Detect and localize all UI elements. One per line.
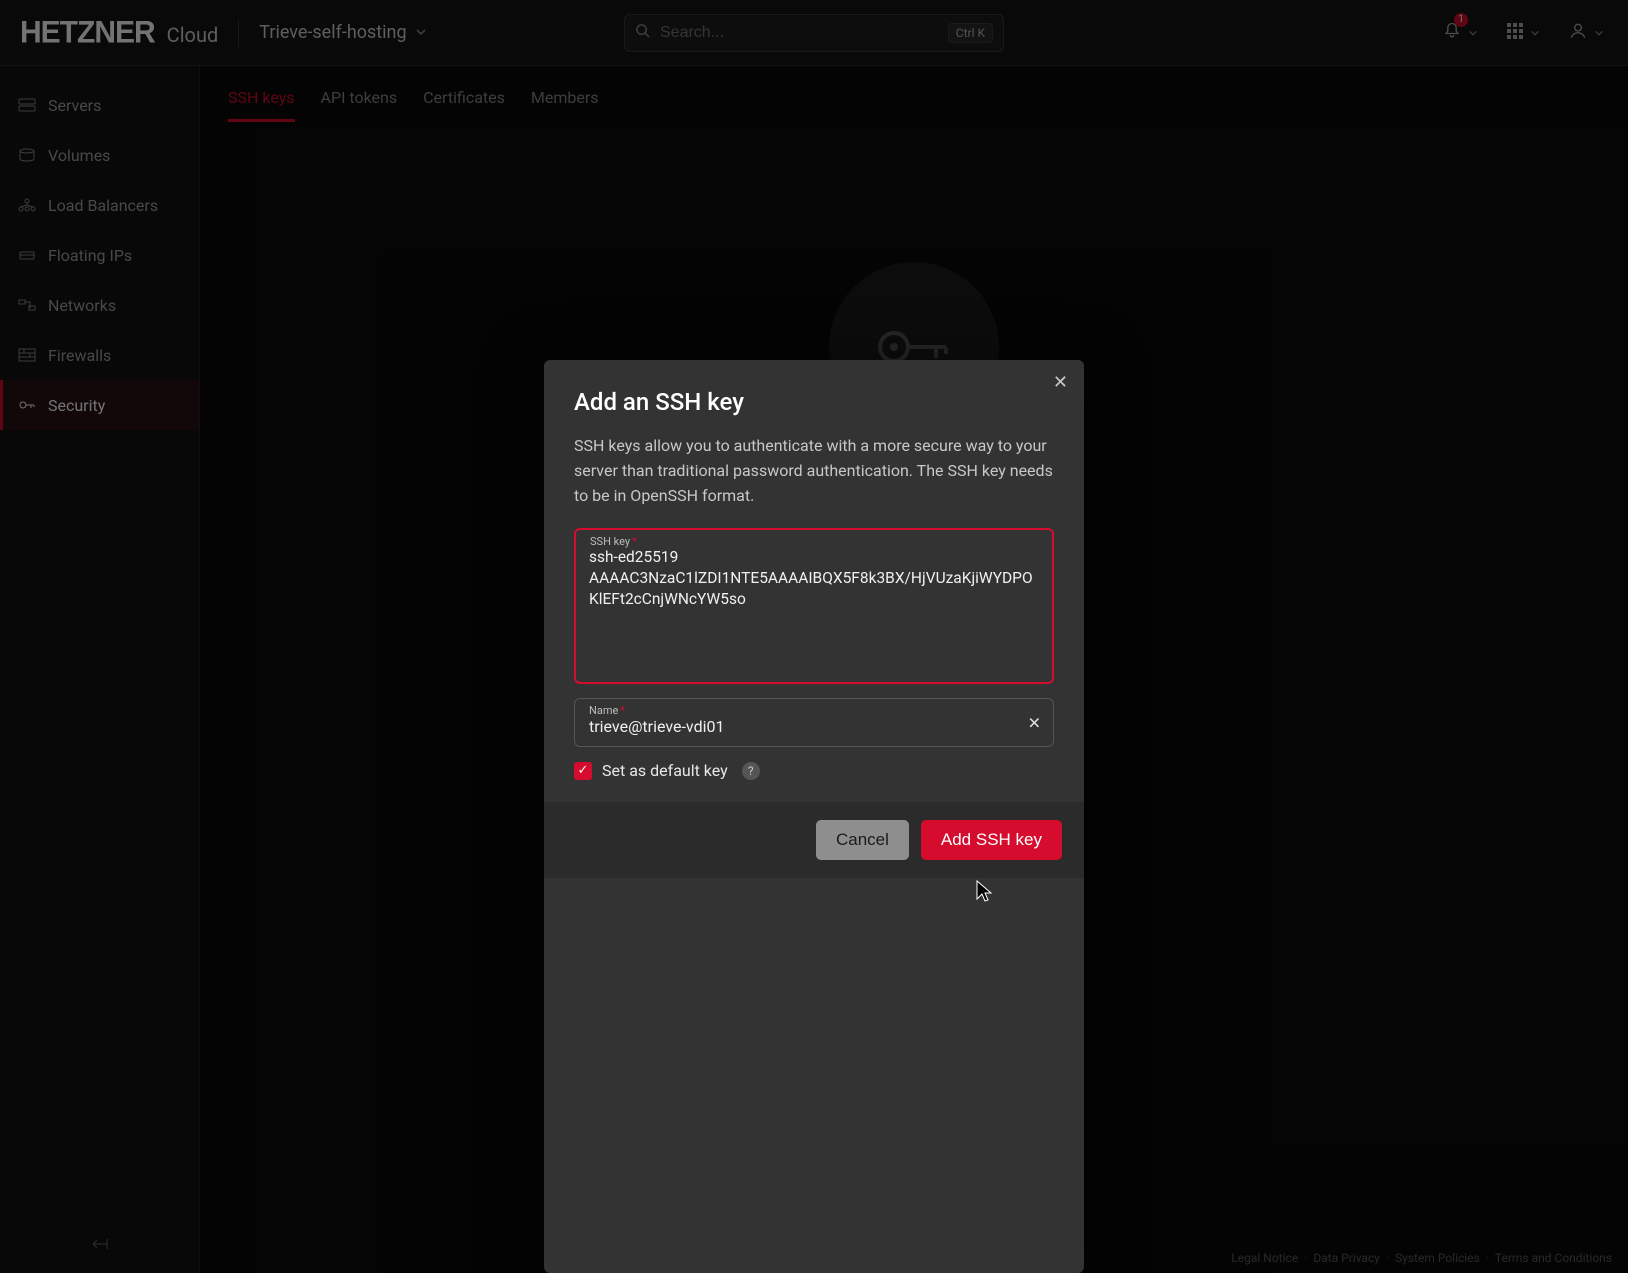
- default-key-label: Set as default key: [602, 761, 728, 780]
- close-icon[interactable]: ✕: [1053, 374, 1068, 392]
- default-key-row: ✓ Set as default key ?: [574, 761, 1054, 780]
- modal-title: Add an SSH key: [574, 388, 1054, 416]
- help-icon[interactable]: ?: [742, 762, 760, 780]
- ssh-key-label: SSH key*: [590, 535, 637, 548]
- name-field[interactable]: Name* ✕: [574, 698, 1054, 747]
- modal-description: SSH keys allow you to authenticate with …: [574, 434, 1054, 508]
- ssh-key-field[interactable]: SSH key*: [574, 528, 1054, 684]
- ssh-key-textarea[interactable]: [589, 547, 1039, 669]
- add-ssh-key-modal: ✕ Add an SSH key SSH keys allow you to a…: [544, 360, 1084, 1273]
- name-input[interactable]: [589, 717, 1039, 736]
- name-label: Name*: [589, 704, 625, 717]
- add-ssh-key-button[interactable]: Add SSH key: [921, 820, 1062, 860]
- modal-footer: Cancel Add SSH key: [544, 802, 1084, 878]
- clear-name-icon[interactable]: ✕: [1028, 713, 1041, 732]
- cancel-button[interactable]: Cancel: [816, 820, 909, 860]
- default-key-checkbox[interactable]: ✓: [574, 762, 592, 780]
- modal-overlay[interactable]: ✕ Add an SSH key SSH keys allow you to a…: [0, 0, 1628, 1273]
